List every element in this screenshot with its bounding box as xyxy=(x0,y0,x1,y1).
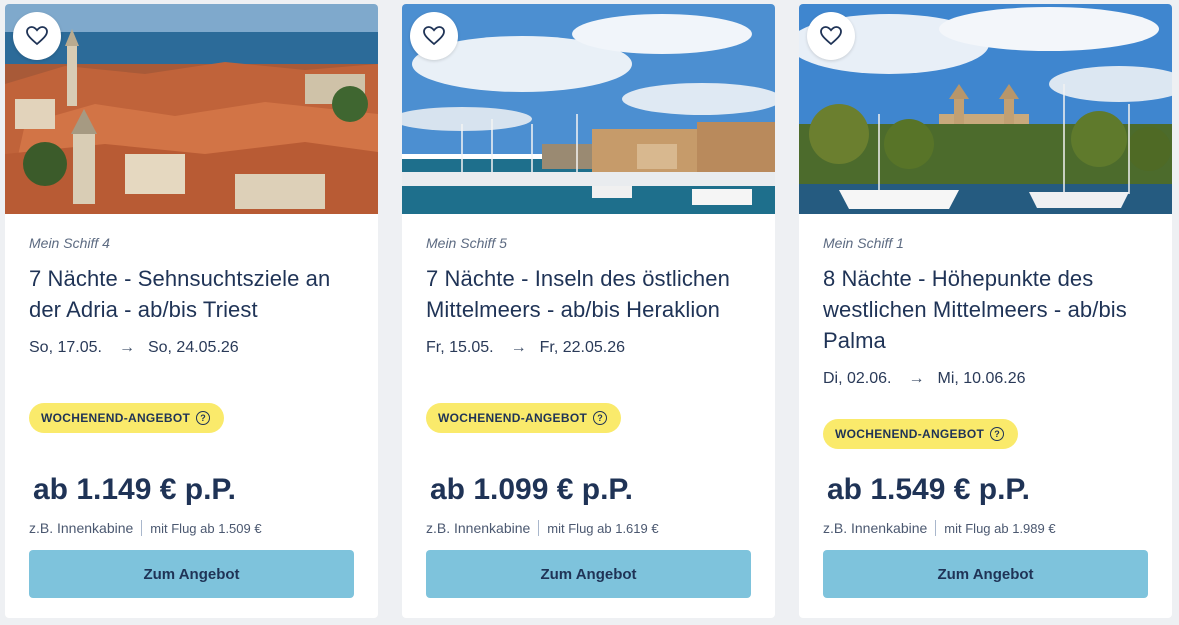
price-details: z.B. Innenkabine mit Flug ab 1.619 € xyxy=(426,520,659,536)
date-from: Fr, 15.05. xyxy=(426,339,494,356)
offer-card[interactable]: Mein Schiff 4 7 Nächte - Sehnsuchtsziele… xyxy=(5,4,378,618)
ship-name: Mein Schiff 5 xyxy=(426,235,507,251)
travel-dates: Di, 02.06. → Mi, 10.06.26 xyxy=(823,370,1148,388)
heart-icon xyxy=(820,26,842,46)
arrow-right-icon: → xyxy=(510,339,527,356)
flight-price: mit Flug ab 1.989 € xyxy=(944,520,1056,536)
cabin-type: z.B. Innenkabine xyxy=(823,520,928,536)
cruise-title[interactable]: 8 Nächte - Höhepunkte des westlichen Mit… xyxy=(823,263,1148,356)
divider xyxy=(141,520,143,536)
date-to: So, 24.05.26 xyxy=(147,339,239,356)
cabin-type: z.B. Innenkabine xyxy=(426,520,531,536)
cabin-type: z.B. Innenkabine xyxy=(29,520,134,536)
ship-name: Mein Schiff 4 xyxy=(29,235,110,251)
question-circle-icon[interactable]: ? xyxy=(593,411,608,425)
flight-price: mit Flug ab 1.509 € xyxy=(150,520,262,536)
heart-icon xyxy=(26,26,48,46)
to-offer-button[interactable]: Zum Angebot xyxy=(426,550,751,598)
favorite-button[interactable] xyxy=(807,12,855,60)
offer-cards: Mein Schiff 4 7 Nächte - Sehnsuchtsziele… xyxy=(0,0,1179,625)
price: ab 1.149 € p.P. xyxy=(33,473,236,506)
weekend-offer-badge[interactable]: WOCHENEND-ANGEBOT ? xyxy=(29,403,225,433)
badge-label: WOCHENEND-ANGEBOT xyxy=(41,411,191,425)
date-from: So, 17.05. xyxy=(29,339,102,356)
divider xyxy=(935,520,937,536)
arrow-right-icon: → xyxy=(908,370,925,387)
offer-card[interactable]: Mein Schiff 5 7 Nächte - Inseln des östl… xyxy=(402,4,775,618)
flight-price: mit Flug ab 1.619 € xyxy=(547,520,659,536)
cruise-title[interactable]: 7 Nächte - Sehnsuchtsziele an der Adria … xyxy=(29,263,339,325)
travel-dates: So, 17.05. → So, 24.05.26 xyxy=(29,339,354,357)
question-circle-icon[interactable]: ? xyxy=(990,427,1005,441)
to-offer-button[interactable]: Zum Angebot xyxy=(29,550,354,598)
favorite-button[interactable] xyxy=(13,12,61,60)
weekend-offer-badge[interactable]: WOCHENEND-ANGEBOT ? xyxy=(426,403,622,433)
date-to: Mi, 10.06.26 xyxy=(937,370,1026,387)
question-circle-icon[interactable]: ? xyxy=(196,411,211,425)
favorite-button[interactable] xyxy=(410,12,458,60)
to-offer-button[interactable]: Zum Angebot xyxy=(823,550,1148,598)
divider xyxy=(538,520,540,536)
arrow-right-icon: → xyxy=(118,339,135,356)
price-details: z.B. Innenkabine mit Flug ab 1.989 € xyxy=(823,520,1056,536)
badge-label: WOCHENEND-ANGEBOT xyxy=(438,411,588,425)
weekend-offer-badge[interactable]: WOCHENEND-ANGEBOT ? xyxy=(823,419,1019,449)
offer-card[interactable]: Mein Schiff 1 8 Nächte - Höhepunkte des … xyxy=(799,4,1172,618)
heart-icon xyxy=(423,26,445,46)
price-details: z.B. Innenkabine mit Flug ab 1.509 € xyxy=(29,520,262,536)
date-to: Fr, 22.05.26 xyxy=(539,339,625,356)
price: ab 1.099 € p.P. xyxy=(430,473,633,506)
price: ab 1.549 € p.P. xyxy=(827,473,1030,506)
badge-label: WOCHENEND-ANGEBOT xyxy=(835,427,985,441)
ship-name: Mein Schiff 1 xyxy=(823,235,904,251)
date-from: Di, 02.06. xyxy=(823,370,892,387)
cruise-title[interactable]: 7 Nächte - Inseln des östlichen Mittelme… xyxy=(426,263,746,325)
travel-dates: Fr, 15.05. → Fr, 22.05.26 xyxy=(426,339,751,357)
